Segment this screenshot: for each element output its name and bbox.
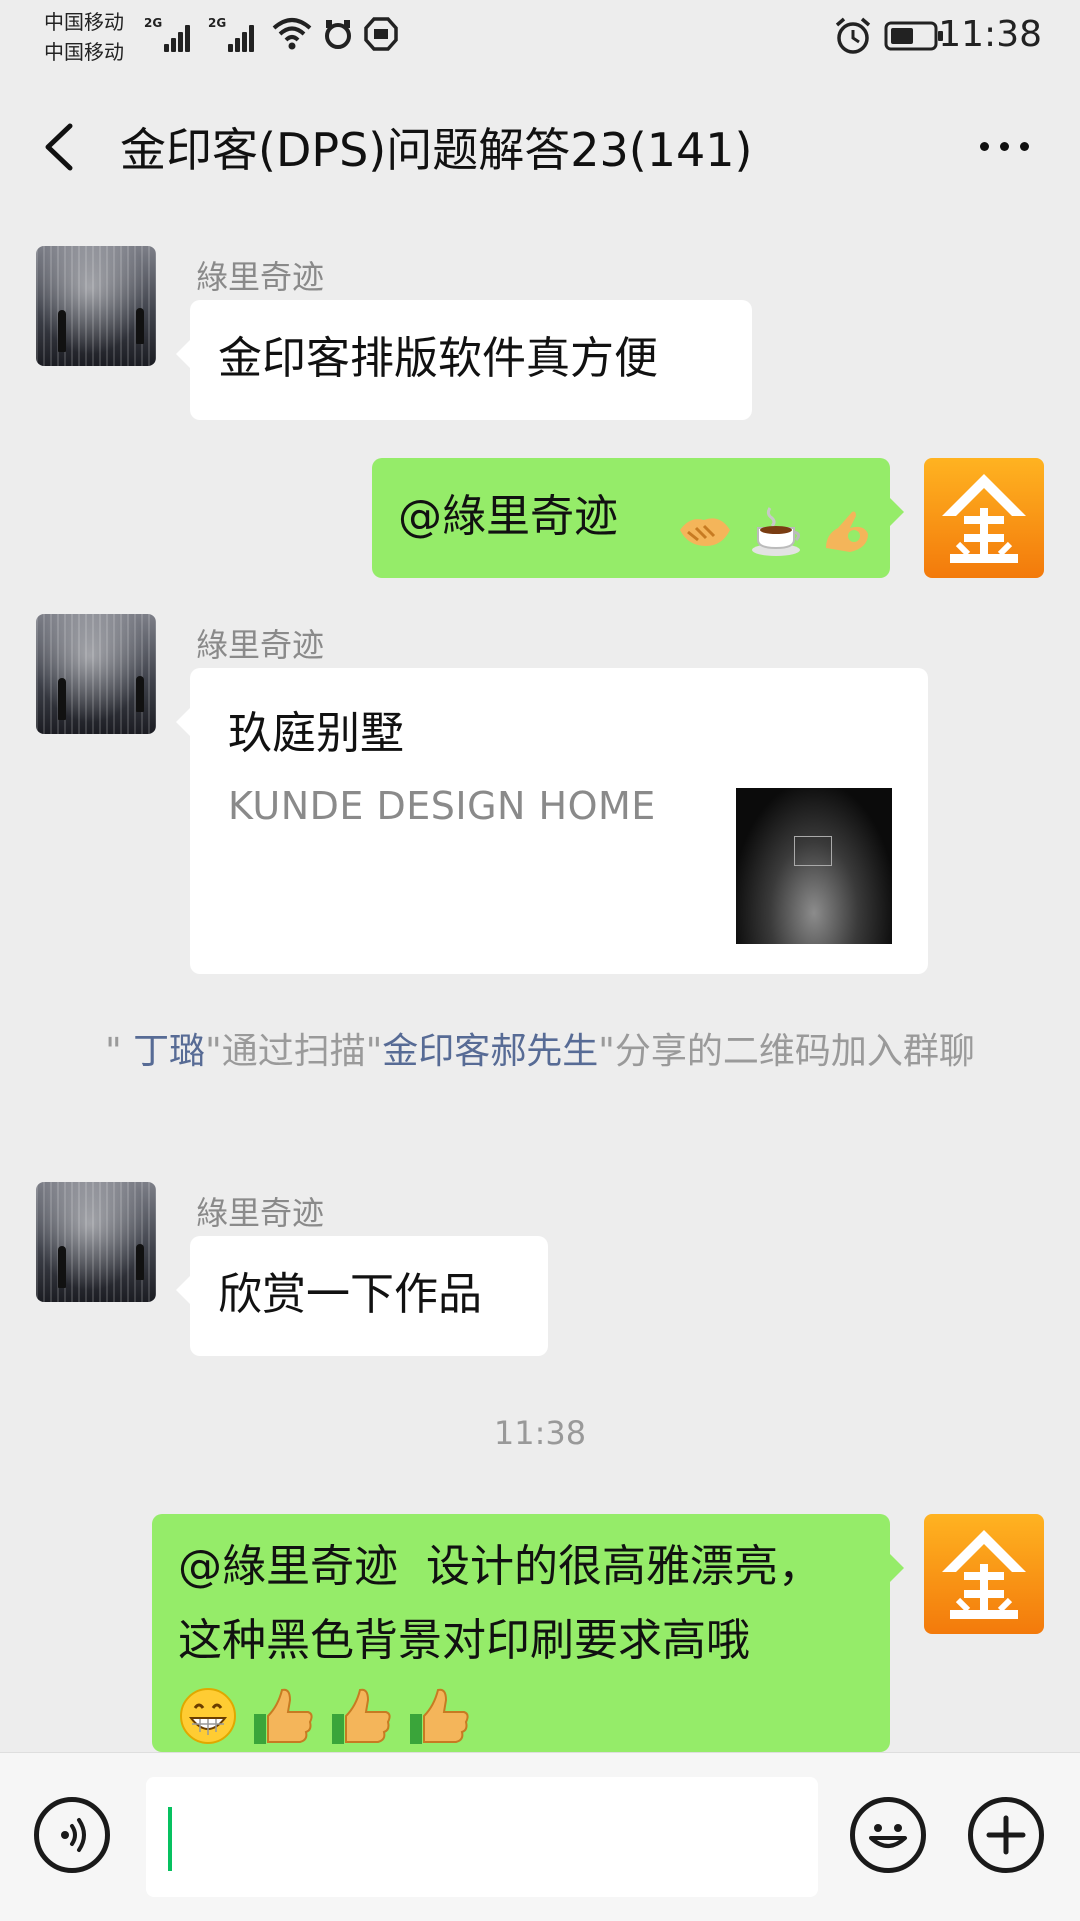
chevron-left-icon (45, 123, 73, 171)
voice-button[interactable] (34, 1797, 110, 1873)
avatar[interactable] (36, 246, 156, 366)
voice-icon (61, 1818, 86, 1852)
sender-name: 綠里奇迹 (196, 1194, 325, 1232)
thumbnail-logo (794, 836, 832, 866)
battery-icon (884, 21, 943, 51)
emoji-button[interactable] (850, 1797, 926, 1873)
avatar-self[interactable] (924, 1514, 1044, 1634)
system-text: "分享的二维码加入群聊 (598, 1031, 975, 1072)
message-text: @綠里奇迹 (398, 491, 632, 542)
member-link[interactable]: 丁璐 (122, 1031, 205, 1072)
carrier-label-2: 中国移动 (44, 40, 124, 64)
link-title: 玖庭别墅 (228, 708, 404, 759)
logo-icon (942, 1530, 1026, 1619)
thumbs-up-emoji (254, 1688, 313, 1744)
alarm-icon (835, 17, 871, 54)
more-button[interactable] (970, 126, 1040, 166)
link-card[interactable]: 玖庭别墅 KUNDE DESIGN HOME (176, 668, 928, 974)
status-bar: 中国移动 中国移动 2G 2G 11:38 (0, 0, 1080, 76)
avatar[interactable] (36, 614, 156, 734)
input-bar (0, 1752, 1080, 1921)
plus-icon (986, 1815, 1026, 1855)
network-type-1: 2G (144, 16, 163, 30)
link-thumbnail (736, 788, 892, 944)
member-link[interactable]: 金印客郝先生 (382, 1031, 598, 1072)
plus-button[interactable] (968, 1797, 1044, 1873)
back-button[interactable] (34, 112, 84, 182)
sender-name: 綠里奇迹 (196, 626, 325, 664)
ok-hand-emoji (826, 511, 868, 552)
system-text: "通过扫描" (205, 1031, 383, 1072)
signal-icon-2 (228, 22, 258, 52)
avatar-self[interactable] (924, 458, 1044, 578)
chat-title: 金印客(DPS)问题解答23(141) (120, 123, 753, 177)
coffee-emoji (752, 507, 801, 556)
link-description: KUNDE DESIGN HOME (228, 784, 656, 828)
status-time: 11:38 (938, 14, 1042, 55)
notification-icon (325, 20, 351, 49)
system-message: " 丁璐"通过扫描"金印客郝先生"分享的二维码加入群聊 (100, 1024, 980, 1080)
handshake-emoji (680, 518, 730, 546)
thumbs-up-emoji (332, 1688, 391, 1744)
thumbs-up-emoji (410, 1688, 469, 1744)
network-type-2: 2G (208, 16, 227, 30)
shield-icon (364, 17, 398, 51)
text-cursor (168, 1807, 172, 1871)
chat-header: 金印客(DPS)问题解答23(141) (0, 76, 1080, 216)
message-line: 这种黑色背景对印刷要求高哦 (178, 1615, 750, 1666)
logo-icon (942, 474, 1026, 563)
message-bubble[interactable]: 欣赏一下作品 (176, 1236, 548, 1356)
signal-icon-1 (164, 22, 194, 52)
wifi-icon (272, 18, 312, 50)
message-text: 欣赏一下作品 (218, 1269, 482, 1320)
grin-emoji (180, 1688, 236, 1744)
carrier-label-1: 中国移动 (44, 10, 124, 34)
emoji-group (674, 492, 874, 566)
sender-name: 綠里奇迹 (196, 258, 325, 296)
message-bubble[interactable]: 金印客排版软件真方便 (176, 300, 752, 420)
message-bubble-self[interactable]: @綠里奇迹 (372, 458, 904, 578)
system-text: " (105, 1031, 122, 1072)
timestamp: 11:38 (493, 1414, 587, 1452)
message-text: 金印客排版软件真方便 (218, 333, 658, 384)
message-bubble-self[interactable]: @綠里奇迹 设计的很高雅漂亮， 这种黑色背景对印刷要求高哦 (152, 1514, 904, 1752)
message-input[interactable] (146, 1777, 818, 1897)
message-line: @綠里奇迹 设计的很高雅漂亮， (178, 1541, 822, 1592)
smiley-icon (869, 1824, 907, 1848)
avatar[interactable] (36, 1182, 156, 1302)
